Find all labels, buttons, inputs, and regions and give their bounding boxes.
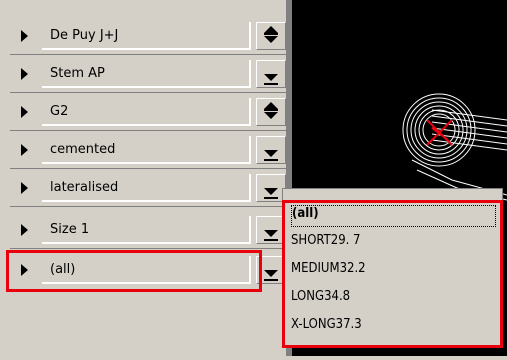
stepper-up-icon: [264, 102, 278, 109]
field-value: De Puy J+J: [50, 28, 119, 43]
row-expand-button[interactable]: [10, 174, 37, 202]
stepper-down-icon: [264, 36, 278, 43]
row-fixation: cemented: [10, 134, 286, 164]
field-value: G2: [50, 104, 69, 119]
divider: [10, 92, 286, 93]
parameter-panel: De Puy J+J Stem AP G2 cemented lateralis…: [0, 0, 292, 356]
stepper-down-icon: [264, 112, 278, 119]
divider: [10, 130, 286, 131]
field-value: lateralised: [50, 180, 119, 195]
row-offset: lateralised: [10, 172, 286, 202]
stepper-bar-icon: [264, 33, 278, 35]
dropdown-arrow-icon: [264, 230, 278, 237]
panel-header: [0, 0, 292, 12]
dropdown-arrow-icon: [264, 74, 278, 81]
divider: [10, 54, 286, 55]
row-expand-button[interactable]: [10, 136, 37, 164]
field-value: cemented: [50, 142, 116, 157]
dropdown-line-icon: [264, 83, 278, 85]
fixation-dropdown-button[interactable]: [256, 136, 286, 164]
fixation-field[interactable]: cemented: [42, 136, 251, 164]
stepper-bar-icon: [264, 109, 278, 111]
row-stem: Stem AP: [10, 58, 286, 88]
size-field[interactable]: Size 1: [42, 216, 251, 244]
row-expand-button[interactable]: [10, 216, 37, 244]
manufacturer-stepper[interactable]: [256, 22, 286, 50]
highlight-box: [282, 200, 503, 348]
dropdown-line-icon: [264, 279, 278, 281]
row-generation: G2: [10, 96, 286, 126]
row-size: Size 1: [10, 214, 286, 244]
row-expand-button[interactable]: [10, 22, 37, 50]
play-arrow-icon: [21, 68, 28, 80]
manufacturer-field[interactable]: De Puy J+J: [42, 22, 251, 50]
stem-dropdown-button[interactable]: [256, 60, 286, 88]
stem-field[interactable]: Stem AP: [42, 60, 251, 88]
play-arrow-icon: [21, 224, 28, 236]
offset-field[interactable]: lateralised: [42, 174, 251, 202]
play-arrow-icon: [21, 182, 28, 194]
dropdown-line-icon: [264, 197, 278, 199]
field-value: Stem AP: [50, 66, 105, 81]
divider: [10, 168, 286, 169]
dropdown-arrow-icon: [264, 150, 278, 157]
dropdown-line-icon: [264, 159, 278, 161]
generation-stepper[interactable]: [256, 98, 286, 126]
dropdown-line-icon: [264, 239, 278, 241]
dropdown-arrow-icon: [264, 188, 278, 195]
play-arrow-icon: [21, 30, 28, 42]
divider: [10, 248, 286, 249]
divider: [10, 206, 286, 207]
play-arrow-icon: [21, 144, 28, 156]
play-arrow-icon: [21, 106, 28, 118]
stepper-up-icon: [264, 26, 278, 33]
row-manufacturer: De Puy J+J: [10, 20, 286, 50]
row-expand-button[interactable]: [10, 98, 37, 126]
dropdown-arrow-icon: [264, 270, 278, 277]
generation-field[interactable]: G2: [42, 98, 251, 126]
field-value: Size 1: [50, 222, 90, 237]
row-expand-button[interactable]: [10, 60, 37, 88]
highlight-box: [6, 250, 262, 292]
